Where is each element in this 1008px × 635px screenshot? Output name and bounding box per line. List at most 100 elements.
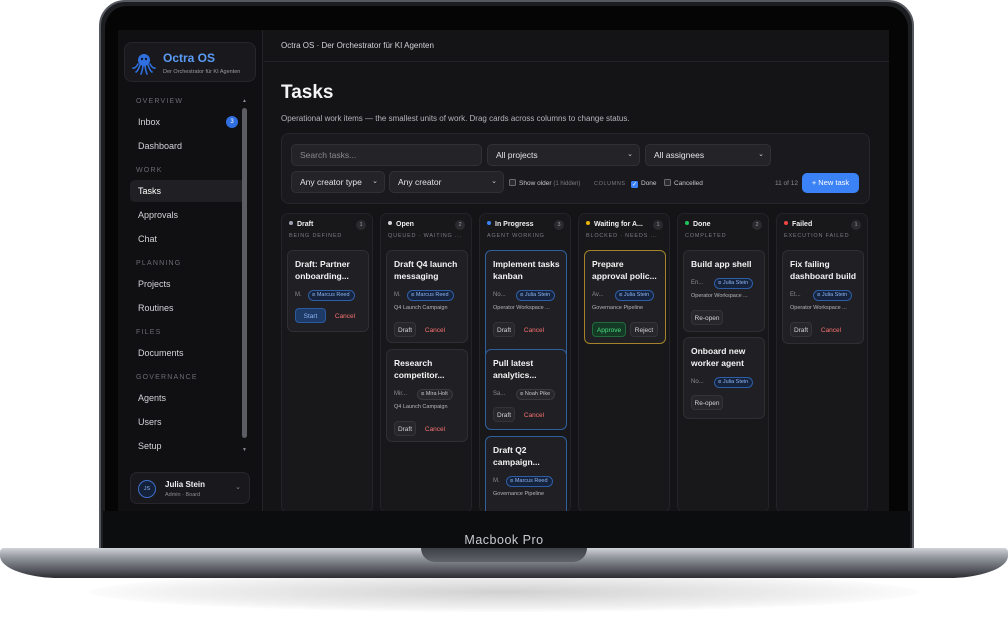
kanban-column: Failed 1 EXECUTION FAILED Fix failing dashbo… [776,213,868,511]
task-card[interactable]: Research competitor... Mir... ⍝ Mira Holt Q4… [386,349,468,442]
column-header: Open [388,221,414,228]
checkbox-box[interactable] [509,179,516,186]
task-title-line: Research [394,358,433,368]
laptop-mockup: Macbook Pro Octra OS Der Orchestrator fü… [0,0,1008,635]
project-select[interactable]: All projects ⌄ [487,144,640,166]
task-meta: Sa... [493,391,506,397]
done-checkbox[interactable]: Done [631,178,657,190]
sidebar-item-dashboard[interactable]: Dashboard [130,135,246,157]
task-title-line: dashboard build [790,271,857,281]
user-menu[interactable]: JS Julia Stein Admin · Board ⌄ [130,472,250,504]
task-card[interactable]: Draft: Partner onboarding... M. ⍝ Marcus Re… [287,250,369,332]
task-card[interactable]: Build app shell En... ⍝ Julia Stein Operato… [683,250,765,332]
draft-button[interactable]: Draft [493,322,515,337]
checkbox-box[interactable] [664,179,671,186]
task-meta: Av... [592,292,604,298]
cancel-button[interactable]: Cancel [519,322,549,337]
sidebar-item-tasks[interactable]: Tasks [130,180,246,202]
column-count-badge: 2 [752,220,762,230]
sidebar-item-label: Chat [138,234,158,244]
sidebar-item-label: Dashboard [138,141,183,151]
sidebar-item-users[interactable]: Users [130,411,246,433]
sidebar-item-routines[interactable]: Routines [130,297,246,319]
assignee-chip[interactable]: ⍝ Marcus Reed [506,476,553,487]
assignee-name: Julia Stein [722,379,749,385]
page-title: Tasks [281,82,334,103]
status-dot-icon [388,221,392,225]
sidebar-scrollbar[interactable]: ▲ ▼ [241,98,248,453]
start-button[interactable]: Start [295,308,326,323]
show-older-checkbox[interactable]: Show older (1 hidden) [509,178,580,190]
creator-type-select[interactable]: Any creator type ⌄ [291,171,385,193]
column-count-badge: 1 [851,220,861,230]
task-card[interactable]: Draft Q4 launch messaging M. ⍝ Marcus Reed Q… [386,250,468,343]
assignee-chip[interactable]: ⍝ Julia Stein [714,377,754,388]
approve-button[interactable]: Approve [592,322,626,337]
assignee-chip[interactable]: ⍝ Marcus Reed [407,290,454,301]
user-name: Julia Stein [165,480,206,489]
brand-card[interactable]: Octra OS Der Orchestrator für KI Agenten [124,42,256,82]
cancel-button[interactable]: Cancel [519,407,549,422]
status-dot-icon [289,221,293,225]
scroll-up-icon[interactable]: ▲ [241,98,248,104]
project-select-value: All projects [496,150,538,160]
scrollbar-thumb[interactable] [242,108,247,438]
draft-button[interactable]: Draft [493,407,515,422]
task-project: Q4 Launch Campaign [394,305,448,311]
assignee-name: Julia Stein [524,292,551,298]
assignee-select[interactable]: All assignees ⌄ [645,144,771,166]
task-meta: Mir... [394,391,407,397]
hidden-count-hint: (1 hidden) [553,181,581,187]
assignee-chip[interactable]: ⍝ Julia Stein [714,278,754,289]
sidebar-item-approvals[interactable]: Approvals [130,204,246,226]
task-title: Build app shell [691,258,763,270]
cancelled-checkbox[interactable]: Cancelled [664,178,703,190]
cancel-button[interactable]: Cancel [420,322,450,337]
assignee-chip[interactable]: ⍝ Julia Stein [813,290,853,301]
column-subtitle: AGENT WORKING [487,233,545,239]
cancel-button[interactable]: Cancel [420,421,450,436]
sidebar-item-agents[interactable]: Agents [130,387,246,409]
task-title: Draft Q2 campaign... [493,444,565,468]
sidebar-item-inbox[interactable]: Inbox 3 [130,111,246,133]
task-title: Fix failing dashboard build [790,258,862,282]
task-card[interactable]: Onboard new worker agent No... ⍝ Julia Stei… [683,337,765,419]
assignee-chip[interactable]: ⍝ Mira Holt [417,389,453,400]
assignee-chip[interactable]: ⍝ Noah Pike [516,389,556,400]
draft-button[interactable]: Draft [394,421,416,436]
task-meta: Et... [790,292,801,298]
task-card[interactable]: Draft Q2 campaign... M. ⍝ Marcus Reed Govern… [485,436,567,511]
new-task-button[interactable]: + New task [802,173,859,193]
assignee-chip[interactable]: ⍝ Julia Stein [615,290,655,301]
draft-button[interactable]: Draft [394,322,416,337]
draft-button[interactable]: Draft [790,322,812,337]
task-card[interactable]: Prepare approval polic... Av... ⍝ Julia Ste… [584,250,666,344]
sidebar-item-chat[interactable]: Chat [130,228,246,250]
cancel-button[interactable]: Cancel [330,308,360,323]
re-open-button[interactable]: Re-open [691,310,723,325]
sidebar-item-documents[interactable]: Documents [130,342,246,364]
scroll-down-icon[interactable]: ▼ [241,447,248,453]
task-card[interactable]: Pull latest analytics... Sa... ⍝ Noah Pike D… [485,349,567,430]
brand-tagline: Der Orchestrator für KI Agenten [163,69,241,75]
octopus-icon [132,54,156,75]
task-title: Draft Q4 launch messaging [394,258,466,282]
reject-button[interactable]: Reject [630,322,658,337]
assignee-chip[interactable]: ⍝ Julia Stein [516,290,556,301]
task-meta: No... [493,292,506,298]
assignee-name: Marcus Reed [514,478,548,484]
sidebar-item-setup[interactable]: Setup [130,435,246,457]
checkbox-box[interactable] [631,181,638,188]
cancel-button[interactable]: Cancel [816,322,846,337]
re-open-button[interactable]: Re-open [691,395,723,410]
search-input[interactable]: Search tasks... [291,144,482,166]
brand-name: Octra OS [163,51,216,65]
task-card[interactable]: Implement tasks kanban No... ⍝ Julia Stein O… [485,250,567,365]
sidebar-item-projects[interactable]: Projects [130,273,246,295]
task-card[interactable]: Fix failing dashboard build Et... ⍝ Julia S… [782,250,864,344]
assignee-chip[interactable]: ⍝ Marcus Reed [308,290,355,301]
column-subtitle: EXECUTION FAILED [784,233,850,239]
task-title-line: Draft Q4 launch [394,259,458,269]
task-title-line: messaging [394,271,439,281]
creator-select[interactable]: Any creator ⌄ [389,171,504,193]
